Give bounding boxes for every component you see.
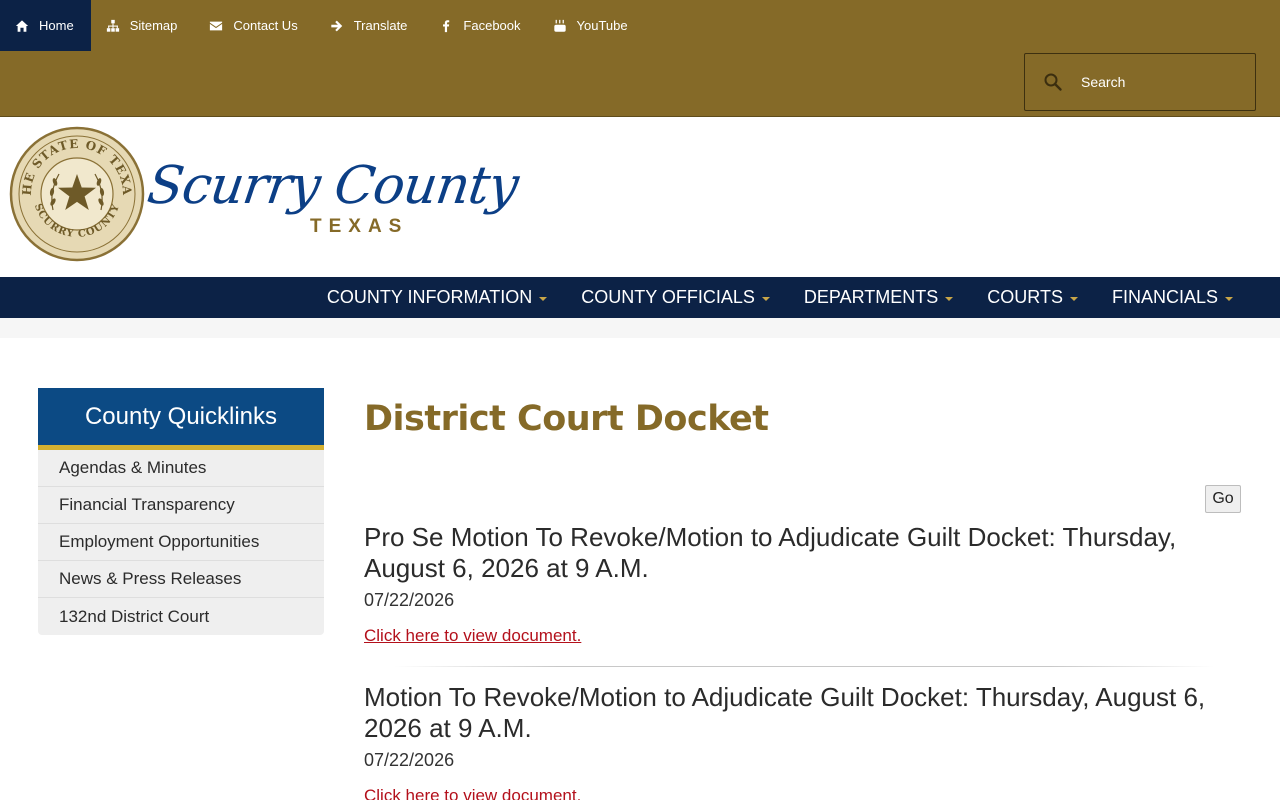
youtube-icon xyxy=(553,19,567,33)
page-title: District Court Docket xyxy=(364,399,769,439)
search-icon[interactable] xyxy=(1043,72,1063,92)
logo-county-name: Scurry County xyxy=(143,156,522,216)
post-title: Pro Se Motion To Revoke/Motion to Adjudi… xyxy=(364,522,1177,583)
caret-down-icon xyxy=(761,296,770,301)
go-button[interactable]: Go xyxy=(1205,485,1241,513)
util-nav-translate[interactable]: Translate xyxy=(315,0,425,51)
home-icon xyxy=(15,19,29,33)
nav-label: COUNTY INFORMATION xyxy=(326,287,533,307)
post-date: 07/22/2026 xyxy=(364,590,455,610)
post-divider xyxy=(394,666,1214,667)
nav-label: FINANCIALS xyxy=(1111,287,1218,307)
view-document-link[interactable]: Click here to view document. xyxy=(364,626,581,646)
docket-post: Pro Se Motion To Revoke/Motion to Adjudi… xyxy=(364,522,1244,646)
util-nav-facebook[interactable]: Facebook xyxy=(424,0,537,51)
docket-post: Motion To Revoke/Motion to Adjudicate Gu… xyxy=(364,682,1244,800)
caret-down-icon xyxy=(1069,296,1078,301)
nav-county-information[interactable]: COUNTY INFORMATION xyxy=(310,277,564,318)
logo-wordmark: Scurry County TEXAS xyxy=(144,156,522,237)
main-nav: COUNTY INFORMATION COUNTY OFFICIALS DEPA… xyxy=(0,277,1280,318)
main-nav-items: COUNTY INFORMATION COUNTY OFFICIALS DEPA… xyxy=(310,277,1250,318)
quicklink-financial-transparency[interactable]: Financial Transparency xyxy=(38,487,324,524)
util-nav-label: Sitemap xyxy=(129,18,178,33)
nav-departments[interactable]: DEPARTMENTS xyxy=(787,277,970,318)
nav-courts[interactable]: COURTS xyxy=(970,277,1095,318)
search-box xyxy=(1024,53,1256,111)
util-nav-label: Contact Us xyxy=(233,18,298,33)
post-title: Motion To Revoke/Motion to Adjudicate Gu… xyxy=(364,682,1206,743)
quicklinks-list: Agendas & Minutes Financial Transparency… xyxy=(38,450,324,635)
util-nav-label: Facebook xyxy=(463,18,521,33)
utility-bar: Home Sitemap Contact Us Translate Facebo… xyxy=(0,0,1280,117)
util-nav-label: Home xyxy=(39,18,74,33)
util-nav-label: Translate xyxy=(353,18,408,33)
quicklink-employment-opportunities[interactable]: Employment Opportunities xyxy=(38,524,324,561)
util-nav-contact-us[interactable]: Contact Us xyxy=(194,0,314,51)
sitemap-icon xyxy=(106,19,120,33)
envelope-icon xyxy=(209,19,223,33)
quicklinks-title: County Quicklinks xyxy=(38,388,324,450)
utility-nav: Home Sitemap Contact Us Translate Facebo… xyxy=(0,0,645,51)
logo-state-name: TEXAS xyxy=(310,216,409,237)
arrow-right-icon xyxy=(330,19,344,33)
util-nav-youtube[interactable]: YouTube xyxy=(538,0,645,51)
nav-county-officials[interactable]: COUNTY OFFICIALS xyxy=(564,277,787,318)
quicklinks-panel: County Quicklinks Agendas & Minutes Fina… xyxy=(38,388,324,635)
nav-label: COUNTY OFFICIALS xyxy=(581,287,755,307)
county-seal-icon: THE STATE OF TEXAS SCURRY COUNTY xyxy=(9,126,145,262)
quicklink-agendas-minutes[interactable]: Agendas & Minutes xyxy=(38,450,324,487)
quicklink-132nd-district-court[interactable]: 132nd District Court xyxy=(38,598,324,635)
caret-down-icon xyxy=(539,296,548,301)
caret-down-icon xyxy=(1225,296,1233,301)
util-nav-home[interactable]: Home xyxy=(0,0,91,51)
util-nav-sitemap[interactable]: Sitemap xyxy=(91,0,195,51)
search-input[interactable] xyxy=(1081,74,1231,90)
site-header: THE STATE OF TEXAS SCURRY COUNTY Scurry … xyxy=(0,118,1280,277)
facebook-icon xyxy=(439,19,453,33)
nav-label: DEPARTMENTS xyxy=(803,287,939,307)
post-date: 07/22/2026 xyxy=(364,750,455,770)
caret-down-icon xyxy=(945,296,954,301)
quicklink-news-press-releases[interactable]: News & Press Releases xyxy=(38,561,324,598)
view-document-link[interactable]: Click here to view document. xyxy=(364,786,581,800)
main-content: District Court Docket Go Pro Se Motion T… xyxy=(364,388,1244,800)
nav-subband xyxy=(0,318,1280,338)
nav-label: COURTS xyxy=(987,287,1063,307)
util-nav-label: YouTube xyxy=(576,18,628,33)
nav-financials[interactable]: FINANCIALS xyxy=(1095,277,1250,318)
